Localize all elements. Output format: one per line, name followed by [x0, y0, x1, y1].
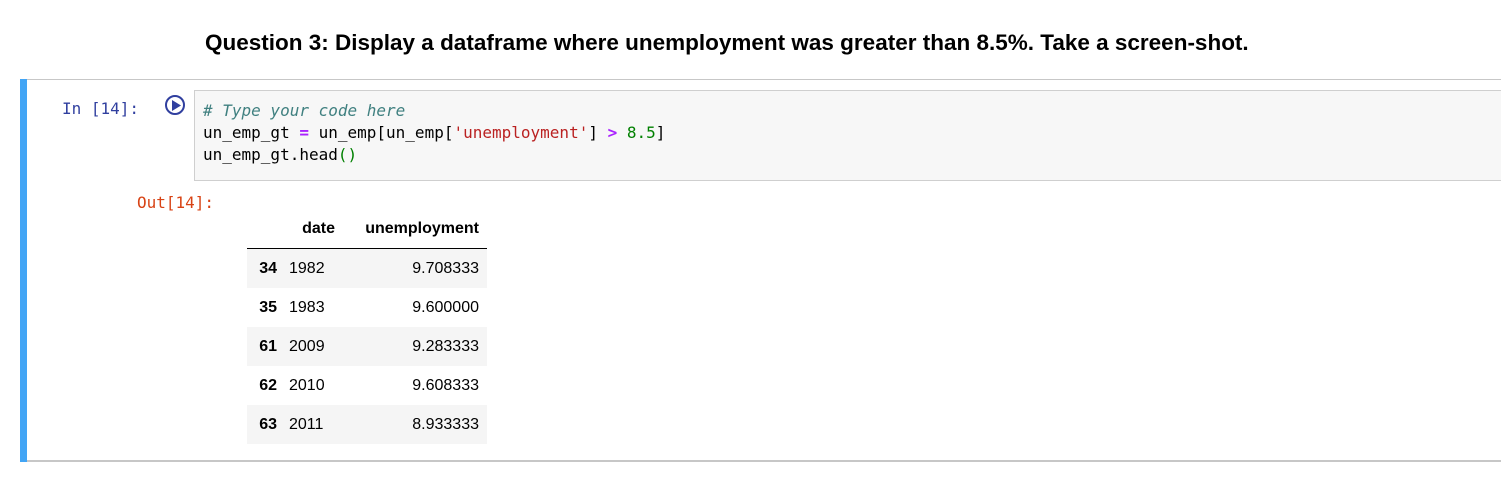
row-index: 34: [259, 259, 277, 277]
cell-date: 1983: [289, 298, 325, 316]
cell-selection-bar: [20, 79, 27, 462]
question-heading: Question 3: Display a dataframe where un…: [205, 30, 1249, 55]
table-row: 34 1982 9.708333: [247, 248, 487, 288]
code-token: ]: [588, 123, 608, 142]
code-paren: (): [337, 145, 358, 164]
cell-unemployment: 9.600000: [412, 298, 479, 316]
code-string: 'unemployment': [453, 123, 589, 142]
input-prompt: In [14]:: [62, 99, 140, 118]
output-prompt: Out[14]:: [137, 193, 215, 212]
row-index: 63: [259, 415, 277, 433]
cell-date: 2011: [289, 415, 324, 433]
code-token: un_emp_gt: [203, 123, 300, 142]
code-comment: # Type your code here: [203, 101, 406, 120]
play-circle-icon: [172, 100, 181, 111]
cell-unemployment: 9.283333: [412, 337, 479, 355]
row-index: 35: [259, 298, 277, 316]
code-token: un_emp_gt.head: [203, 145, 338, 164]
cell-unemployment: 9.608333: [412, 376, 479, 394]
dataframe-table: date unemployment 34 1982 9.708333 35 19…: [247, 209, 487, 444]
column-header-unemployment: unemployment: [343, 209, 487, 249]
code-token: un_emp[un_emp[: [308, 123, 454, 142]
code-line-1: # Type your code here: [203, 100, 1501, 122]
column-header-date: date: [285, 209, 343, 249]
index-header: [247, 209, 285, 249]
code-line-3: un_emp_gt.head(): [203, 144, 1501, 166]
code-operator: =: [299, 123, 309, 142]
cell-unemployment: 8.933333: [412, 415, 479, 433]
row-index: 61: [259, 337, 277, 355]
code-editor[interactable]: # Type your code here un_emp_gt = un_emp…: [194, 90, 1501, 181]
code-line-2: un_emp_gt = un_emp[un_emp['unemployment'…: [203, 122, 1501, 144]
table-row: 35 1983 9.600000: [247, 288, 487, 327]
code-operator: >: [607, 123, 618, 142]
cell-date: 1982: [289, 259, 325, 277]
cell-date: 2010: [289, 376, 325, 394]
table-header-row: date unemployment: [247, 209, 487, 249]
code-token: ]: [655, 123, 666, 142]
cell-unemployment: 9.708333: [412, 259, 479, 277]
cell-date: 2009: [289, 337, 325, 355]
table-row: 62 2010 9.608333: [247, 366, 487, 405]
run-cell-button[interactable]: [165, 95, 185, 115]
code-number: 8.5: [626, 123, 656, 142]
table-row: 63 2011 8.933333: [247, 405, 487, 444]
table-row: 61 2009 9.283333: [247, 327, 487, 366]
row-index: 62: [259, 376, 277, 394]
